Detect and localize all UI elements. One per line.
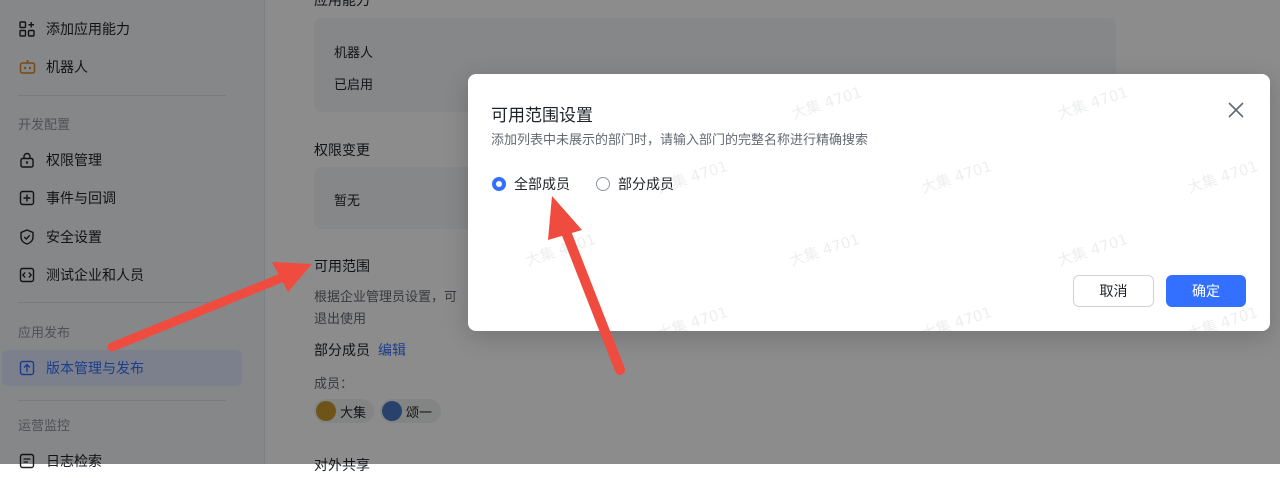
- confirm-button[interactable]: 确定: [1166, 275, 1246, 307]
- watermark: 大集 4701: [1055, 230, 1131, 270]
- watermark: 大集 4701: [787, 230, 863, 270]
- watermark: 大集 4701: [919, 303, 995, 331]
- watermark: 大集 4701: [655, 303, 731, 331]
- watermark: 大集 4701: [523, 230, 599, 270]
- watermark: 大集 4701: [1185, 157, 1261, 197]
- watermark: 大集 4701: [789, 83, 865, 123]
- radio-unchecked-icon: [596, 177, 610, 191]
- dialog-title: 可用范围设置: [491, 106, 593, 126]
- radio-label: 部分成员: [618, 177, 674, 193]
- radio-label: 全部成员: [514, 177, 570, 193]
- watermark: 大集 4701: [919, 157, 995, 197]
- radio-checked-icon: [492, 177, 506, 191]
- radio-some-members[interactable]: 部分成员: [596, 174, 674, 194]
- dialog-subtitle: 添加列表中未展示的部门时，请输入部门的完整名称进行精确搜索: [491, 133, 869, 148]
- radio-all-members[interactable]: 全部成员: [492, 174, 570, 194]
- watermark: 大集 4701: [1055, 83, 1131, 123]
- scope-settings-dialog: 可用范围设置 添加列表中未展示的部门时，请输入部门的完整名称进行精确搜索 全部成…: [468, 74, 1270, 331]
- close-icon[interactable]: [1226, 100, 1246, 120]
- cancel-button[interactable]: 取消: [1073, 275, 1154, 307]
